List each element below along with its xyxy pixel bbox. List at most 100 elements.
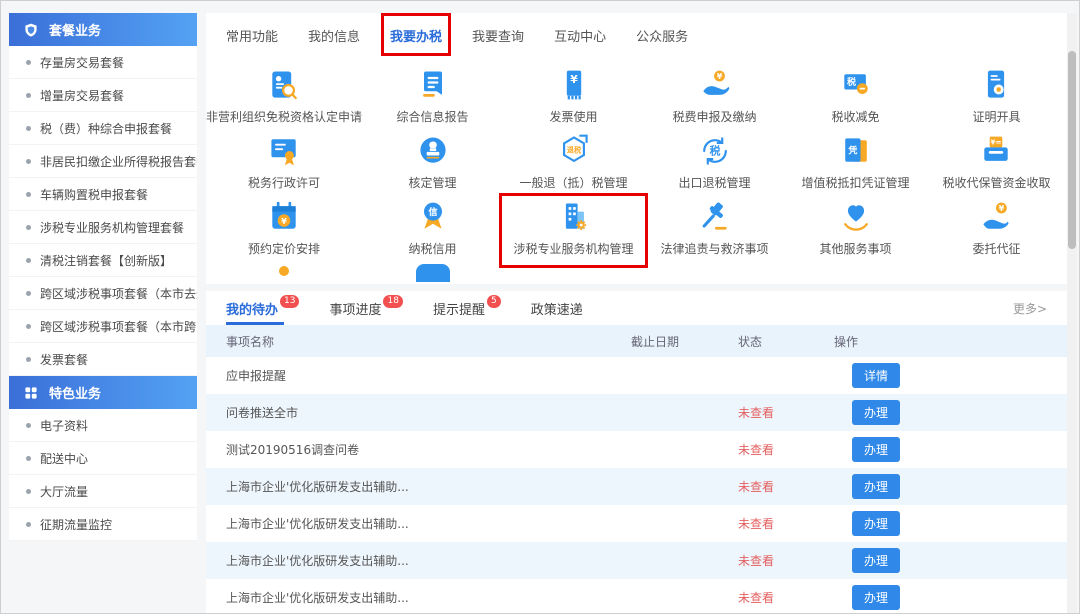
grid-item-tax-agency-mgmt[interactable]: 涉税专业服务机构管理 — [503, 197, 644, 263]
grid-item-tax-reduction[interactable]: 税税收减免 — [785, 65, 926, 131]
sidebar-item-label: 跨区域涉税事项套餐（本市跨区） — [40, 318, 197, 335]
sidebar-item-label: 存量房交易套餐 — [40, 54, 124, 71]
sidebar-item-incremental-house[interactable]: 增量房交易套餐 — [9, 79, 197, 112]
page: 套餐业务 存量房交易套餐 增量房交易套餐 税（费）种综合申报套餐 非居民扣缴企业… — [0, 0, 1080, 614]
tab-my-query[interactable]: 我要查询 — [472, 26, 524, 45]
grid-item-legal-remedy[interactable]: 法律追责与救济事项 — [644, 197, 785, 263]
sidebar-item-nonresident-withholding[interactable]: 非居民扣缴企业所得税报告套餐 — [9, 145, 197, 178]
report-document-icon — [415, 67, 451, 103]
tab-my-info[interactable]: 我的信息 — [308, 26, 360, 45]
sidebar-item-label: 涉税专业服务机构管理套餐 — [40, 219, 184, 236]
scrollbar-thumb[interactable] — [1068, 51, 1076, 249]
bullet-icon — [26, 357, 31, 362]
grid-item-general-refund[interactable]: 退税一般退（抵）税管理 — [503, 131, 644, 197]
grid-item-label: 税收代保管资金收取 — [942, 174, 1050, 191]
more-link[interactable]: 更多> — [1013, 300, 1047, 317]
sidebar-item-tax-clearance[interactable]: 清税注销套餐【创新版】 — [9, 244, 197, 277]
sidebar-item-comprehensive-declaration[interactable]: 税（费）种综合申报套餐 — [9, 112, 197, 145]
grid-item-nonprofit-exemption[interactable]: 非营利组织免税资格认定申请 — [206, 65, 362, 131]
grid-item-admin-license[interactable]: 税务行政许可 — [206, 131, 362, 197]
tab-tips-reminders[interactable]: 提示提醒5 — [433, 291, 501, 325]
handle-button[interactable]: 办理 — [852, 548, 900, 573]
sidebar-item-stock-house[interactable]: 存量房交易套餐 — [9, 46, 197, 79]
grid-item-vat-voucher[interactable]: 凭增值税抵扣凭证管理 — [785, 131, 926, 197]
task-status: 未查看 — [738, 404, 834, 421]
grid-item-info-report[interactable]: 综合信息报告 — [362, 65, 503, 131]
sidebar-item-period-traffic-monitor[interactable]: 征期流量监控 — [9, 508, 197, 541]
grid-item-entrusted-collection[interactable]: ¥委托代征 — [926, 197, 1067, 263]
grid-item-label: 核定管理 — [409, 174, 457, 191]
task-name: 上海市企业'优化版研发支出辅助... — [206, 515, 631, 532]
tab-public-service[interactable]: 公众服务 — [636, 26, 688, 45]
bullet-icon — [26, 522, 31, 527]
sidebar-section-title: 特色业务 — [49, 383, 101, 402]
tax-reduction-card-icon: 税 — [838, 67, 874, 103]
gavel-icon — [697, 199, 733, 235]
svg-text:¥=: ¥= — [991, 138, 1002, 147]
handle-button[interactable]: 办理 — [852, 511, 900, 536]
sidebar-item-label: 大厅流量 — [40, 483, 88, 500]
bullet-icon — [26, 126, 31, 131]
tab-label: 提示提醒 — [433, 299, 485, 318]
task-status: 未查看 — [738, 478, 834, 495]
bullet-icon — [26, 489, 31, 494]
handle-button[interactable]: 办理 — [852, 585, 900, 610]
sidebar-item-electronic-data[interactable]: 电子资料 — [9, 409, 197, 442]
table-row: 问卷推送全市 未查看 办理 — [206, 394, 1067, 431]
sidebar-item-tax-service-agency[interactable]: 涉税专业服务机构管理套餐 — [9, 211, 197, 244]
grid-item-tax-declare-pay[interactable]: ¥税费申报及缴纳 — [644, 65, 785, 131]
grid-item-tax-credit[interactable]: 信纳税信用 — [362, 197, 503, 263]
sidebar-section-package-services[interactable]: 套餐业务 — [9, 13, 197, 46]
handle-button[interactable]: 办理 — [852, 474, 900, 499]
task-name: 上海市企业'优化版研发支出辅助... — [206, 589, 631, 606]
tab-my-todo[interactable]: 我的待办13 — [226, 291, 299, 325]
table-row: 测试20190516调查问卷 未查看 办理 — [206, 431, 1067, 468]
handle-button[interactable]: 办理 — [852, 400, 900, 425]
sidebar-item-hall-traffic[interactable]: 大厅流量 — [9, 475, 197, 508]
handle-button[interactable]: 办理 — [852, 437, 900, 462]
top-tab-bar: 常用功能 我的信息 我要办税 我要查询 互动中心 公众服务 — [206, 13, 1067, 57]
grid-item-export-refund[interactable]: 税出口退税管理 — [644, 131, 785, 197]
svg-text:信: 信 — [428, 206, 437, 218]
services-grid: 非营利组织免税资格认定申请 综合信息报告 ¥发票使用 ¥税费申报及缴纳 税税收减… — [206, 57, 1067, 284]
tab-frequently-used[interactable]: 常用功能 — [226, 26, 278, 45]
tab-item-progress[interactable]: 事项进度18 — [329, 291, 402, 325]
tab-policy-express[interactable]: 政策速递 — [531, 291, 583, 325]
sidebar-item-delivery-center[interactable]: 配送中心 — [9, 442, 197, 475]
sidebar-item-label: 跨区域涉税事项套餐（本市去外... — [40, 285, 197, 302]
sidebar-item-label: 清税注销套餐【创新版】 — [40, 252, 172, 269]
grid-item-label: 法律追责与救济事项 — [660, 240, 768, 257]
column-header-deadline: 截止日期 — [631, 333, 738, 350]
sidebar-item-cross-region-outbound[interactable]: 跨区域涉税事项套餐（本市去外... — [9, 277, 197, 310]
task-name: 应申报提醒 — [206, 367, 631, 384]
tab-tax-handling[interactable]: 我要办税 — [390, 26, 442, 45]
task-status: 未查看 — [738, 515, 834, 532]
grid-item-certificate-issue[interactable]: 证明开具 — [926, 65, 1067, 131]
detail-button[interactable]: 详情 — [852, 363, 900, 388]
fund-tray-icon: ¥= — [978, 133, 1014, 169]
grid-item-fund-collection[interactable]: ¥= 税收代保管资金收取 — [926, 131, 1067, 197]
sidebar-section-special-services[interactable]: 特色业务 — [9, 376, 197, 409]
apps-grid-icon — [23, 385, 39, 401]
grid-item-other-services[interactable]: 其他服务事项 — [785, 197, 926, 263]
grid-item-assessment-mgmt[interactable]: 核定管理 — [362, 131, 503, 197]
sidebar-item-vehicle-purchase-tax[interactable]: 车辆购置税申报套餐 — [9, 178, 197, 211]
grid-item-invoice-use[interactable]: ¥发票使用 — [503, 65, 644, 131]
column-header-action: 操作 — [834, 333, 1067, 350]
bullet-icon — [26, 291, 31, 296]
tab-interaction-center[interactable]: 互动中心 — [554, 26, 606, 45]
sidebar-item-label: 车辆购置税申报套餐 — [40, 186, 148, 203]
grid-item-advance-pricing[interactable]: ¥预约定价安排 — [206, 197, 362, 263]
task-status: 未查看 — [738, 441, 834, 458]
table-row: 上海市企业'优化版研发支出辅助... 未查看 办理 — [206, 542, 1067, 579]
sidebar-item-invoice-package[interactable]: 发票套餐 — [9, 343, 197, 376]
scrollbar[interactable] — [1067, 13, 1077, 613]
bullet-icon — [26, 225, 31, 230]
sidebar-item-cross-region-local[interactable]: 跨区域涉税事项套餐（本市跨区） — [9, 310, 197, 343]
certificate-seal-icon — [978, 67, 1014, 103]
table-body: 应申报提醒 详情 问卷推送全市 未查看 办理 测试20190516调查问卷 未查… — [206, 357, 1067, 614]
table-row: 上海市企业'优化版研发支出辅助... 未查看 办理 — [206, 579, 1067, 614]
sidebar-item-label: 税（费）种综合申报套餐 — [40, 120, 172, 137]
bullet-icon — [26, 159, 31, 164]
grid-item-partial — [206, 263, 362, 284]
